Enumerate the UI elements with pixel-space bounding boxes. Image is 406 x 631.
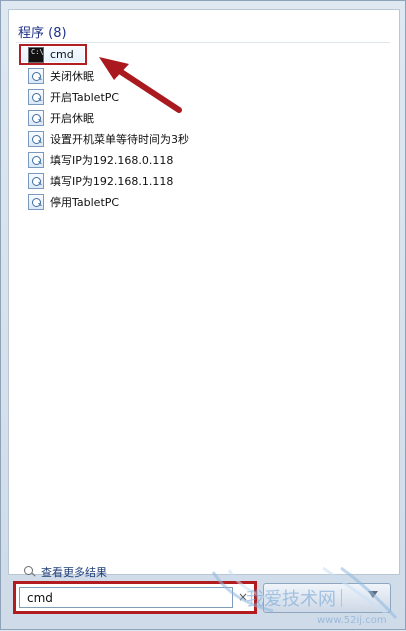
result-item-disable-sleep[interactable]: 关闭休眠 [21, 65, 381, 86]
program-icon [28, 151, 44, 168]
section-divider [16, 42, 390, 43]
result-label-boot-menu-wait: 设置开机菜单等待时间为3秒 [50, 132, 189, 146]
svg-text:www.52ij.com: www.52ij.com [317, 615, 387, 626]
result-label-cmd: cmd [50, 48, 74, 61]
close-icon[interactable]: × [236, 590, 250, 604]
result-label-disable-sleep: 关闭休眠 [50, 69, 94, 83]
result-item-enable-sleep[interactable]: 开启休眠 [21, 107, 381, 128]
search-icon [23, 566, 35, 578]
result-item-ip-1-118[interactable]: 填写IP为192.168.1.118 [21, 170, 381, 191]
programs-section-header: 程序 (8) [16, 20, 390, 44]
start-menu-window: 程序 (8) C:\ cmd 关闭休眠 开启TabletPC 开启休眠 设置开机… [0, 0, 406, 630]
programs-heading: 程序 (8) [18, 26, 67, 41]
see-more-results-link[interactable]: 查看更多结果 [23, 563, 107, 581]
cmd-icon: C:\ [28, 46, 44, 63]
result-label-ip-1-118: 填写IP为192.168.1.118 [50, 174, 174, 188]
search-results-panel: 程序 (8) C:\ cmd 关闭休眠 开启TabletPC 开启休眠 设置开机… [8, 9, 400, 579]
result-label-disable-tabletpc: 停用TabletPC [50, 195, 120, 209]
search-box-highlight: × [13, 581, 257, 614]
result-item-boot-menu-wait[interactable]: 设置开机菜单等待时间为3秒 [21, 128, 381, 149]
result-label-enable-sleep: 开启休眠 [50, 111, 94, 125]
search-input[interactable] [19, 587, 233, 608]
shutdown-button[interactable] [270, 589, 342, 607]
result-label-ip-0-118: 填写IP为192.168.0.118 [50, 153, 174, 167]
result-item-enable-tabletpc[interactable]: 开启TabletPC [21, 86, 381, 107]
shutdown-controls [263, 583, 391, 613]
chevron-right-icon[interactable] [368, 591, 378, 598]
program-icon [28, 130, 44, 147]
program-icon [28, 88, 44, 105]
program-icon [28, 109, 44, 126]
program-icon [28, 172, 44, 189]
result-item-ip-0-118[interactable]: 填写IP为192.168.0.118 [21, 149, 381, 170]
program-results-list: C:\ cmd 关闭休眠 开启TabletPC 开启休眠 设置开机菜单等待时间为… [19, 44, 381, 212]
program-icon [28, 193, 44, 210]
result-label-enable-tabletpc: 开启TabletPC [50, 90, 120, 104]
result-item-cmd[interactable]: C:\ cmd [19, 44, 87, 65]
program-icon [28, 67, 44, 84]
see-more-results-label: 查看更多结果 [41, 566, 107, 579]
result-item-disable-tabletpc[interactable]: 停用TabletPC [21, 191, 381, 212]
